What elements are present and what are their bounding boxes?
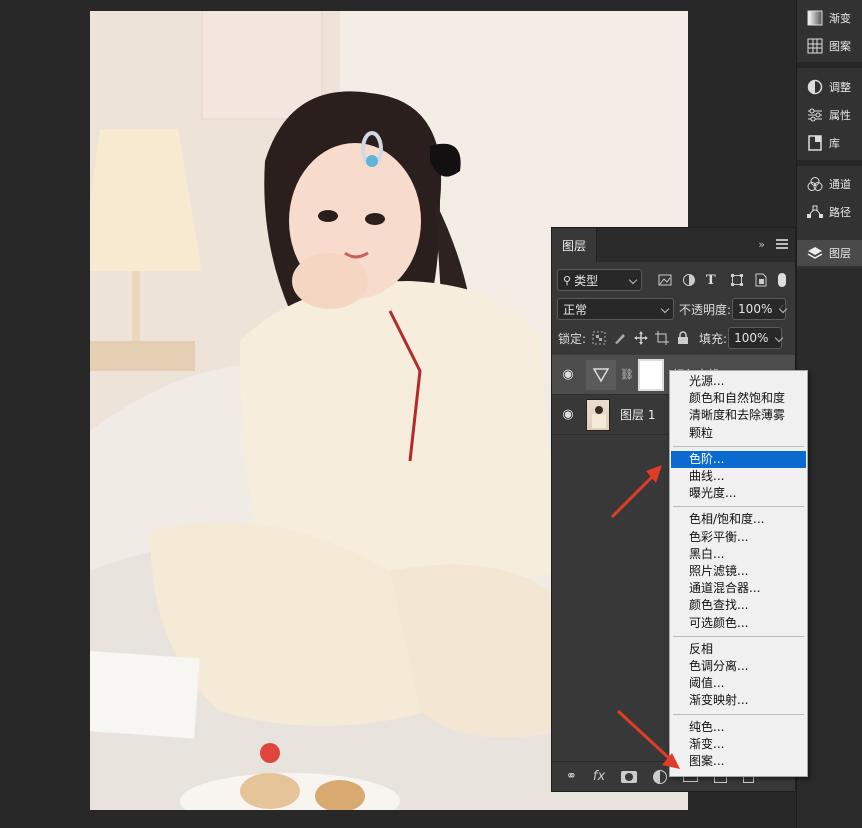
filter-kind-dropdown[interactable]: ⚲ 类型	[557, 269, 642, 291]
lock-all-icon[interactable]	[676, 331, 690, 345]
menu-item[interactable]: 图案...	[671, 753, 806, 770]
annotation-arrow-icon	[616, 709, 680, 769]
properties-icon	[807, 107, 823, 123]
tab-layers[interactable]: 图层	[552, 228, 598, 262]
search-icon: ⚲	[563, 273, 572, 287]
annotation-arrow-icon	[610, 465, 662, 519]
fx-icon[interactable]: fx	[593, 769, 605, 784]
eye-icon[interactable]: ◉	[558, 407, 578, 422]
dock-divider	[797, 62, 862, 68]
adjustment-filter-icon[interactable]	[682, 273, 696, 287]
menu-separator	[673, 713, 804, 715]
filter-toggle-switch[interactable]	[778, 273, 786, 287]
dock-item-libraries[interactable]: 库	[797, 130, 862, 156]
dock-item-adjustments[interactable]: 调整	[797, 74, 862, 100]
dock-item-label: 路径	[829, 206, 851, 219]
lock-transparency-icon[interactable]	[592, 331, 606, 345]
menu-item[interactable]: 颜色和自然饱和度	[671, 390, 806, 407]
menu-item[interactable]: 曝光度...	[671, 485, 806, 502]
photoshop-workspace: 渐变 图案 调整 属性 库 通道 路径 图层 图层 » ⚲ 类型 T 正常 不透…	[0, 0, 862, 828]
dock-item-label: 图层	[829, 247, 851, 260]
fill-input[interactable]: 100%	[728, 327, 784, 349]
menu-item[interactable]: 渐变...	[671, 736, 806, 753]
menu-separator	[673, 445, 804, 447]
dock-item-channels[interactable]: 通道	[797, 171, 862, 197]
panel-menu-icon[interactable]	[776, 239, 788, 249]
menu-item[interactable]: 阈值...	[671, 675, 806, 692]
adjustment-layer-thumbnail	[586, 359, 616, 390]
menu-item[interactable]: 颜色查找...	[671, 597, 806, 614]
opacity-input[interactable]: 100%	[732, 298, 788, 320]
paths-icon	[807, 204, 823, 220]
menu-item[interactable]: 色相/饱和度...	[671, 511, 806, 528]
link-icon[interactable]: ⚭	[566, 769, 577, 784]
menu-item[interactable]: 光源...	[671, 373, 806, 390]
lock-artboard-icon[interactable]	[655, 331, 670, 345]
filter-kind-label: 类型	[574, 273, 599, 288]
dock-item-label: 渐变	[829, 12, 851, 25]
dock-item-gradients[interactable]: 渐变	[797, 5, 862, 31]
blend-mode-dropdown[interactable]: 正常	[557, 298, 674, 320]
eye-icon[interactable]: ◉	[558, 367, 578, 382]
chevron-down-icon[interactable]	[774, 333, 784, 343]
menu-item[interactable]: 色阶...	[671, 450, 806, 468]
lock-position-icon[interactable]	[634, 331, 649, 345]
layer-mask-thumbnail[interactable]	[637, 358, 664, 391]
menu-item[interactable]: 清晰度和去除薄雾	[671, 407, 806, 424]
adjustments-icon	[807, 79, 823, 95]
menu-item[interactable]: 渐变映射...	[671, 692, 806, 709]
opacity-value: 100%	[738, 302, 773, 316]
dock-item-label: 图案	[829, 40, 851, 53]
layers-icon	[807, 245, 823, 261]
layer-filter-row: ⚲ 类型 T	[552, 268, 795, 292]
dock-item-label: 库	[829, 137, 840, 150]
menu-item[interactable]: 照片滤镜...	[671, 563, 806, 580]
type-filter-icon[interactable]: T	[706, 273, 720, 288]
pixel-filter-icon[interactable]	[658, 273, 672, 287]
dock-item-label: 调整	[829, 81, 851, 94]
menu-item[interactable]: 纯色...	[671, 719, 806, 736]
smart-object-filter-icon[interactable]	[754, 273, 768, 287]
chevron-down-icon[interactable]	[778, 304, 788, 314]
channels-icon	[807, 176, 823, 192]
layer-name[interactable]: 图层 1	[620, 406, 655, 423]
dock-item-layers[interactable]: 图层	[797, 240, 862, 266]
layers-panel-tabbar: 图层 »	[552, 228, 795, 262]
dock-item-label: 通道	[829, 178, 851, 191]
blend-row: 正常 不透明度: 100%	[552, 297, 795, 321]
menu-item[interactable]: 通道混合器...	[671, 580, 806, 597]
menu-item[interactable]: 曲线...	[671, 468, 806, 485]
menu-item[interactable]: 色彩平衡...	[671, 529, 806, 546]
shape-filter-icon[interactable]	[730, 273, 744, 287]
collapse-icon[interactable]: »	[758, 238, 765, 251]
menu-item[interactable]: 颗粒	[671, 425, 806, 442]
dock-divider	[797, 160, 862, 166]
chain-link-icon[interactable]: ⛓	[620, 368, 634, 381]
lock-label: 锁定:	[558, 331, 587, 346]
menu-item[interactable]: 黑白...	[671, 546, 806, 563]
dock-item-paths[interactable]: 路径	[797, 199, 862, 225]
chevron-down-icon	[660, 304, 670, 314]
library-icon	[807, 135, 823, 151]
gradient-icon	[807, 10, 823, 26]
menu-item[interactable]: 色调分离...	[671, 658, 806, 675]
fill-value: 100%	[734, 331, 769, 345]
fill-label: 填充:	[699, 331, 728, 346]
lock-pixels-icon[interactable]	[613, 331, 627, 345]
triangle-icon	[593, 367, 609, 382]
blend-mode-value: 正常	[563, 302, 588, 317]
chevron-down-icon	[628, 275, 638, 285]
lock-row: 锁定: 填充: 100%	[552, 326, 795, 350]
dock-item-label: 属性	[829, 109, 851, 122]
opacity-label: 不透明度:	[679, 302, 732, 317]
menu-item[interactable]: 反相	[671, 641, 806, 658]
menu-item[interactable]: 可选颜色...	[671, 615, 806, 632]
menu-separator	[673, 635, 804, 637]
dock-item-patterns[interactable]: 图案	[797, 33, 862, 59]
layer-thumbnail	[586, 398, 610, 431]
dock-item-properties[interactable]: 属性	[797, 102, 862, 128]
menu-separator	[673, 506, 804, 508]
pattern-icon	[807, 38, 823, 54]
